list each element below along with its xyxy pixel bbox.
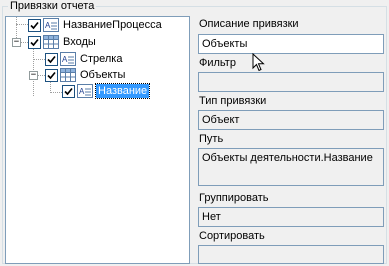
mouse-pointer-icon: [252, 52, 265, 75]
collapse-icon[interactable]: −: [29, 71, 38, 80]
tree-node-checkbox[interactable]: [62, 85, 75, 98]
filter-label: Фильтр: [199, 57, 236, 69]
report-bindings-panel: Привязки отчета A НазваниеПроцесса − Вхо…: [0, 0, 389, 266]
tree-line: [37, 75, 45, 76]
binding-type-field[interactable]: Объект: [198, 110, 384, 130]
table-icon: [60, 68, 76, 82]
svg-text:A: A: [79, 87, 85, 96]
description-input[interactable]: Объекты: [198, 34, 384, 54]
sort-label: Сортировать: [199, 230, 265, 242]
tree-node-checkbox[interactable]: [45, 69, 58, 82]
table-icon: [43, 35, 59, 49]
svg-text:A: A: [45, 21, 51, 30]
tree-node-label[interactable]: Стрелка: [78, 52, 124, 66]
group-by-field[interactable]: Нет: [198, 207, 384, 227]
text-field-icon: A: [60, 52, 76, 66]
description-label: Описание привязки: [199, 18, 299, 30]
tree-node-checkbox[interactable]: [28, 19, 41, 32]
bindings-tree[interactable]: A НазваниеПроцесса − Входы A Стрелка − О…: [5, 16, 190, 264]
tree-node-checkbox[interactable]: [45, 53, 58, 66]
group-by-label: Группировать: [199, 192, 269, 204]
groupbox-title: Привязки отчета: [8, 0, 97, 13]
tree-line: [50, 92, 62, 93]
text-field-icon: A: [43, 18, 59, 32]
path-label: Путь: [199, 133, 224, 145]
collapse-icon[interactable]: −: [12, 38, 21, 47]
tree-node-label[interactable]: НазваниеПроцесса: [61, 18, 164, 32]
filter-input[interactable]: [198, 72, 384, 92]
svg-text:A: A: [62, 55, 68, 64]
tree-line: [20, 42, 28, 43]
sort-field[interactable]: [198, 245, 384, 264]
tree-node-label[interactable]: Входы: [61, 35, 98, 49]
tree-node-label[interactable]: Объекты: [78, 68, 127, 82]
tree-line: [16, 24, 28, 25]
tree-node-label-selected[interactable]: Название: [94, 83, 151, 99]
path-field[interactable]: Объекты деятельности.Название: [198, 148, 384, 186]
tree-node-checkbox[interactable]: [28, 36, 41, 49]
tree-line: [33, 59, 45, 60]
text-field-icon: A: [77, 84, 93, 98]
binding-type-label: Тип привязки: [199, 95, 267, 107]
